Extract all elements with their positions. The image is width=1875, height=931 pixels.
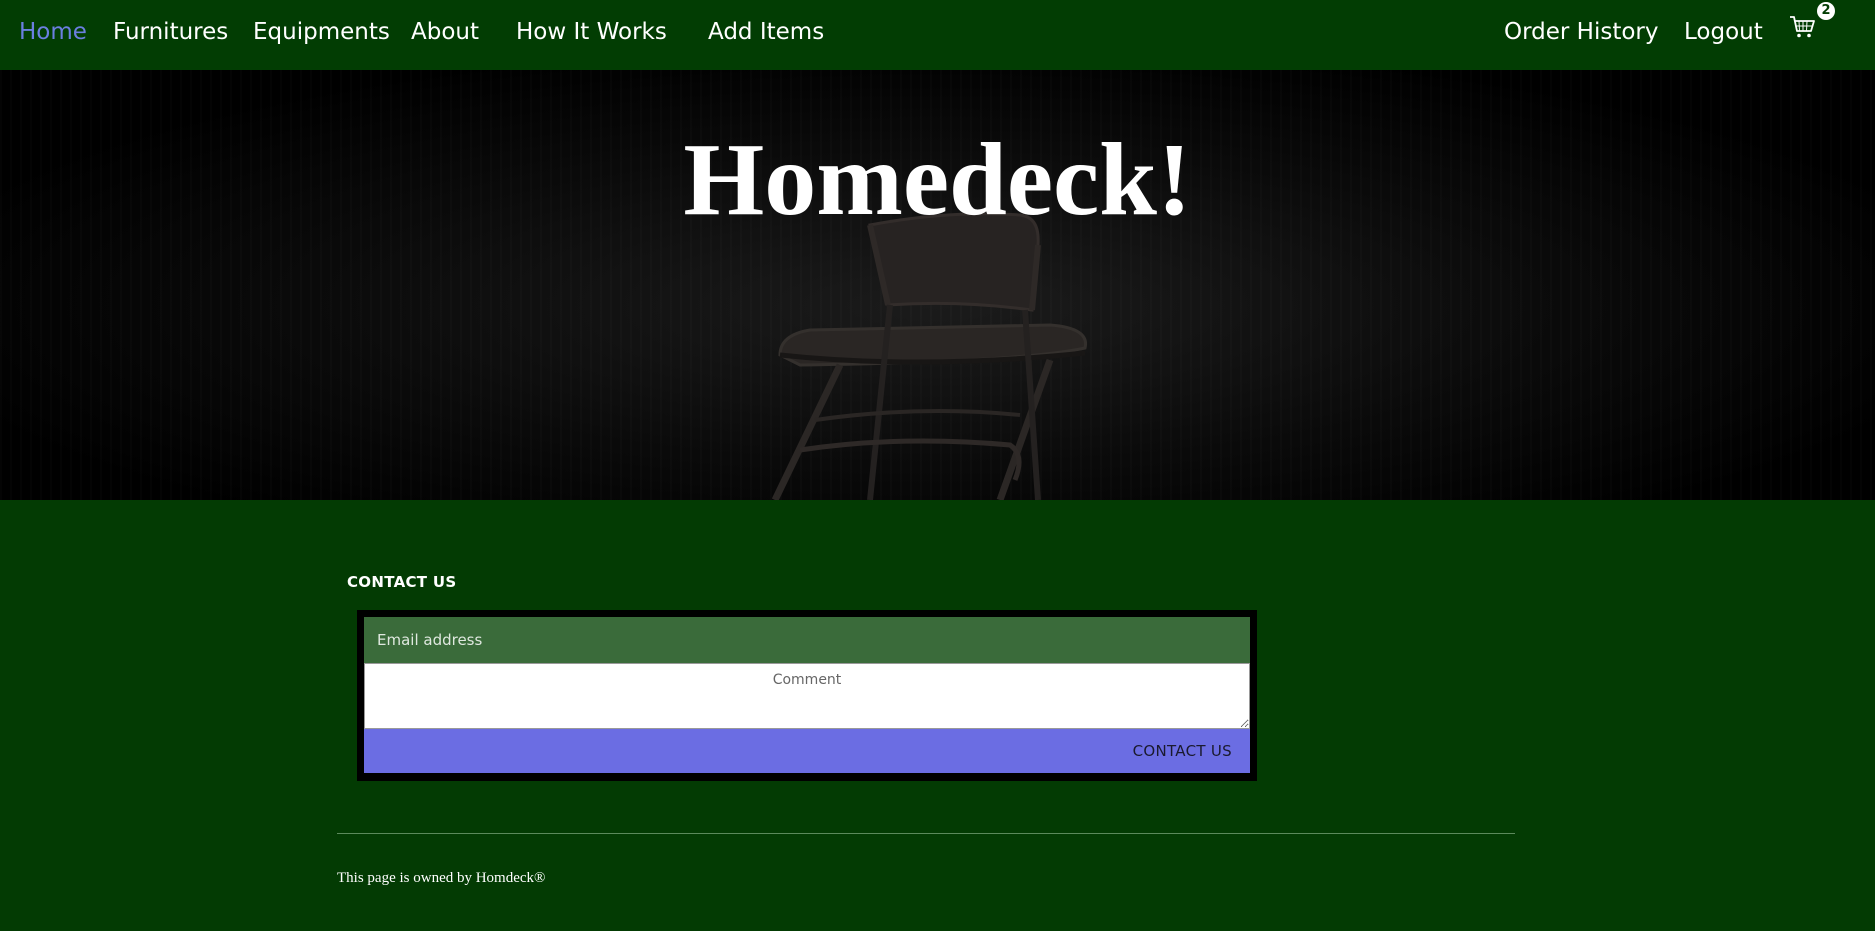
- hero-banner: Homedeck!: [0, 70, 1875, 500]
- cart-icon[interactable]: [1787, 12, 1817, 42]
- nav-how-it-works-link[interactable]: How It Works: [516, 16, 667, 48]
- contact-heading: CONTACT US: [347, 573, 457, 591]
- nav-home-link[interactable]: Home: [19, 16, 87, 48]
- hero-title: Homedeck!: [683, 122, 1192, 237]
- contact-form: CONTACT US: [357, 610, 1257, 781]
- email-field[interactable]: [364, 617, 1250, 663]
- top-navbar: Home Furnitures Equipments About How It …: [0, 0, 1875, 70]
- nav-equipments-link[interactable]: Equipments: [253, 16, 390, 48]
- nav-order-history-link[interactable]: Order History: [1504, 16, 1659, 48]
- nav-add-items-link[interactable]: Add Items: [708, 16, 824, 48]
- nav-about-link[interactable]: About: [411, 16, 479, 48]
- cart-count-badge: 2: [1817, 2, 1835, 20]
- nav-logout-link[interactable]: Logout: [1684, 16, 1763, 48]
- comment-field[interactable]: [364, 663, 1250, 729]
- footer-divider: [337, 833, 1515, 834]
- footer-ownership-text: This page is owned by Homdeck®: [337, 870, 546, 886]
- contact-us-button[interactable]: CONTACT US: [364, 729, 1250, 773]
- folding-chair-image: [771, 212, 1088, 500]
- nav-furnitures-link[interactable]: Furnitures: [113, 16, 228, 48]
